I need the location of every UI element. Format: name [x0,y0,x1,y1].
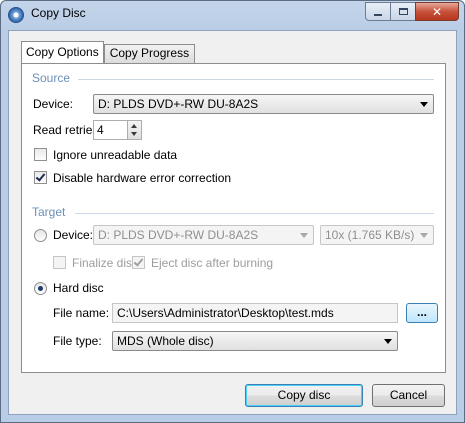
write-speed-select[interactable]: 10x (1.765 KB/s) [320,225,434,245]
checkmark-icon [133,256,144,267]
ignore-unreadable-label[interactable]: Ignore unreadable data [53,148,177,162]
source-group-label: Source [32,71,71,85]
minimize-icon [374,13,382,16]
checkmark-icon [35,171,46,182]
source-divider [78,79,434,80]
maximize-button[interactable] [390,2,416,21]
file-name-input[interactable]: C:\Users\Administrator\Desktop\test.mds [112,303,398,323]
chevron-down-icon [384,339,392,344]
target-device-label[interactable]: Device: [53,228,93,242]
close-button[interactable]: ✕ [415,2,459,21]
ignore-unreadable-checkbox[interactable] [34,148,47,161]
disc-icon [8,7,24,23]
copy-options-panel: Source Device: D: PLDS DVD+-RW DU-8A2S R… [21,63,446,373]
spin-down-icon[interactable] [131,132,137,136]
finalize-disc-checkbox[interactable] [53,256,66,269]
chevron-down-icon [300,233,308,238]
close-icon: ✕ [431,4,443,19]
window-title: Copy Disc [31,6,86,20]
tab-copy-progress[interactable]: Copy Progress [103,44,196,63]
copy-disc-button[interactable]: Copy disc [245,384,363,407]
caption-buttons: ✕ [365,2,459,21]
radio-dot-icon [38,286,43,291]
file-type-label: File type: [53,334,102,348]
target-device-radio[interactable] [34,229,47,242]
read-retries-label: Read retries: [33,123,102,137]
hard-disc-label[interactable]: Hard disc [53,281,104,295]
read-retries-stepper[interactable]: 4 [93,120,142,140]
source-device-label: Device: [33,97,74,111]
file-name-label: File name: [53,306,110,320]
eject-after-burning-label[interactable]: Eject disc after burning [151,256,273,270]
chevron-down-icon [420,233,428,238]
maximize-icon [398,8,408,15]
finalize-disc-label[interactable]: Finalize disc [72,256,138,270]
eject-after-burning-checkbox[interactable] [132,256,145,269]
write-speed-value: 10x (1.765 KB/s) [325,228,415,242]
target-group-label: Target [32,205,66,219]
disable-hw-correction-label[interactable]: Disable hardware error correction [53,171,231,185]
chevron-down-icon [420,102,428,107]
title-bar[interactable]: Copy Disc ✕ [1,1,464,29]
target-divider [75,213,434,214]
source-device-value: D: PLDS DVD+-RW DU-8A2S [98,97,259,111]
file-type-value: MDS (Whole disc) [117,334,214,348]
disable-hw-correction-checkbox[interactable] [34,171,47,184]
copy-disc-window: Copy Disc ✕ Copy Options Copy Progress S… [0,0,465,423]
browse-button[interactable]: ... [406,303,438,323]
tab-copy-options[interactable]: Copy Options [21,41,104,63]
hard-disc-radio[interactable] [34,282,47,295]
spin-up-icon[interactable] [131,124,137,128]
source-device-select[interactable]: D: PLDS DVD+-RW DU-8A2S [93,94,434,114]
dialog-client: Copy Options Copy Progress Source Device… [8,30,457,415]
minimize-button[interactable] [365,2,391,21]
target-device-select[interactable]: D: PLDS DVD+-RW DU-8A2S [93,225,314,245]
read-retries-value: 4 [97,123,104,137]
tab-strip: Copy Options Copy Progress [21,41,196,63]
cancel-button[interactable]: Cancel [372,384,445,407]
target-device-value: D: PLDS DVD+-RW DU-8A2S [98,228,259,242]
spin-buttons[interactable] [127,120,142,140]
file-type-select[interactable]: MDS (Whole disc) [112,331,398,351]
